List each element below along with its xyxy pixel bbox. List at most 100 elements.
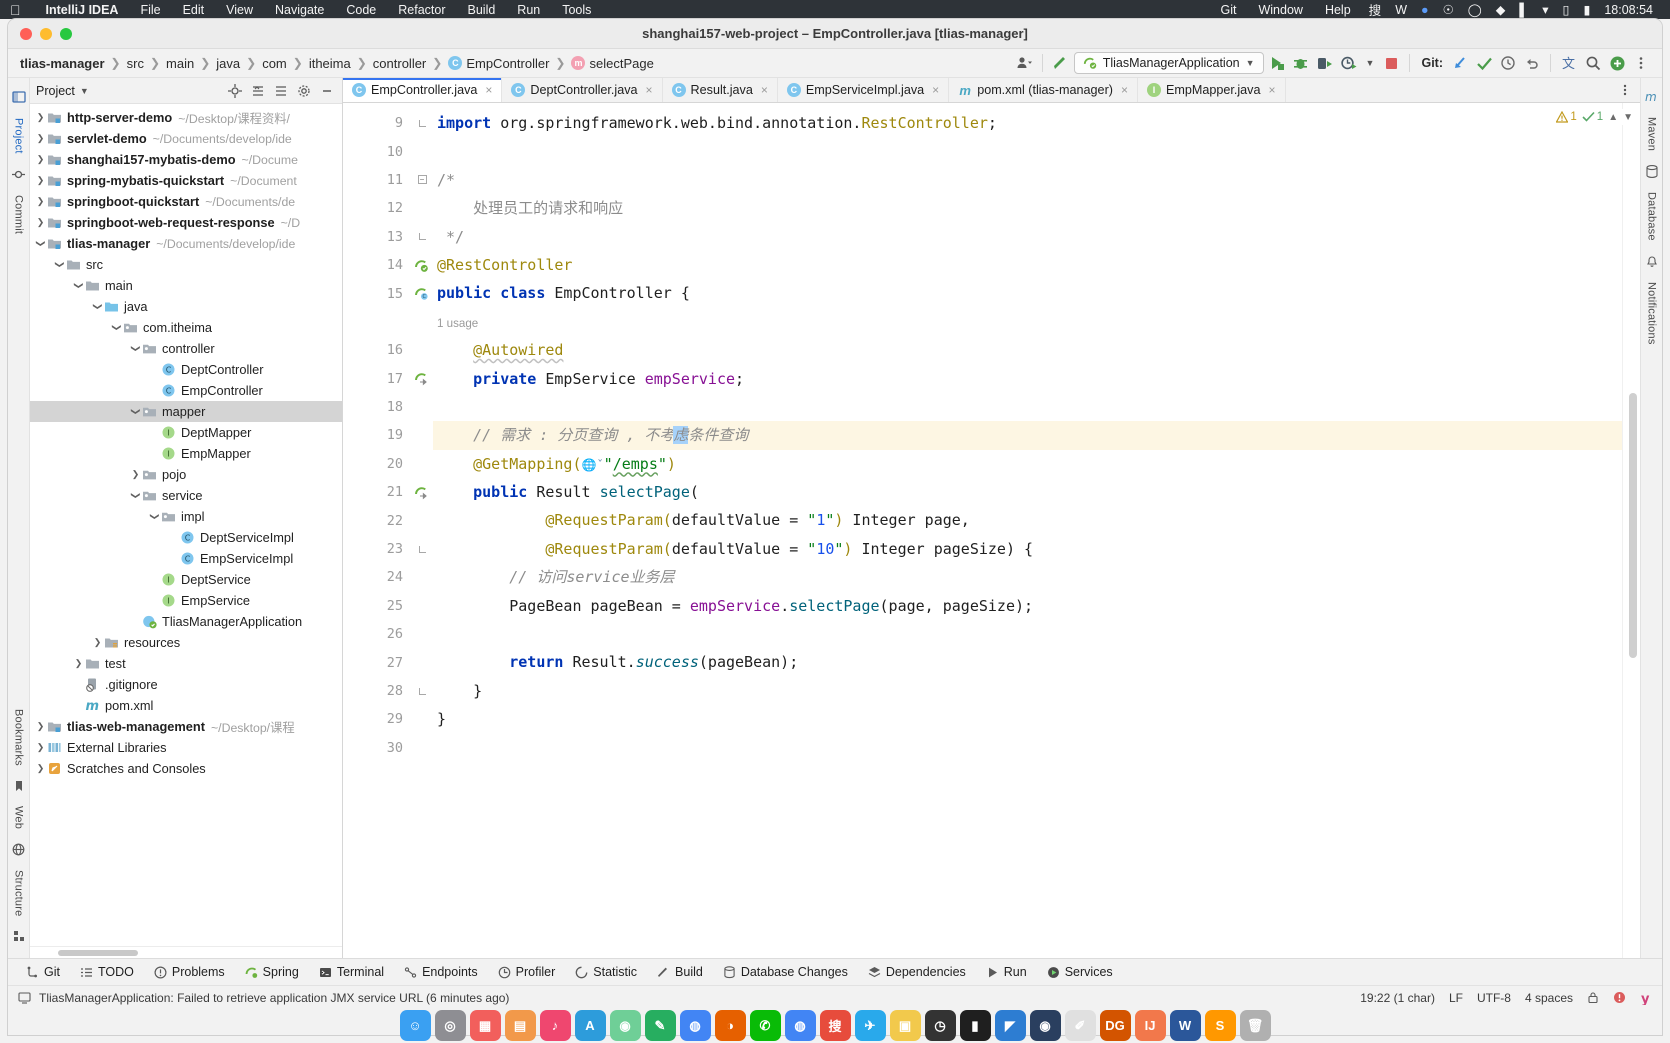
code-line-24[interactable]: // 访问service业务层 (433, 563, 1622, 591)
close-tab-icon[interactable]: × (1121, 83, 1128, 97)
code-line-17[interactable]: private EmpService empService; (433, 365, 1622, 393)
line-number-23[interactable]: 23 (343, 535, 411, 563)
code-text[interactable]: import org.springframework.web.bind.anno… (433, 103, 1622, 958)
tree-item-spring-mybatis-quickstart[interactable]: ❯ spring-mybatis-quickstart ~/Document (30, 170, 342, 191)
warning-count[interactable]: 1 (1556, 111, 1577, 123)
close-tab-icon[interactable]: × (761, 83, 768, 97)
editor-tab-bar[interactable]: C EmpController.java × C DeptController.java… (343, 78, 1640, 103)
tree-item-main[interactable]: ❯ main (30, 275, 342, 296)
tree-item-tliasmanagerapplication[interactable]: TliasManagerApplication (30, 611, 342, 632)
tree-item-servlet-demo[interactable]: ❯ servlet-demo ~/Documents/develop/ide (30, 128, 342, 149)
tree-item-resources[interactable]: ❯ resources (30, 632, 342, 653)
chevron-right-icon[interactable]: ❯ (34, 154, 47, 165)
gutter-arrow-icon[interactable] (413, 371, 429, 387)
bottom-tool-statistic[interactable]: Statistic (565, 965, 647, 979)
code-line-21[interactable]: public Result selectPage( (433, 478, 1622, 506)
gutter-blank[interactable] (343, 308, 411, 336)
dock-preview-icon[interactable]: ◉ (609, 1010, 641, 1041)
editor-tab-empmapper-java[interactable]: I EmpMapper.java × (1137, 78, 1286, 102)
close-tab-icon[interactable]: × (485, 83, 492, 97)
menubar-ime-icon[interactable]: 搜 (1362, 0, 1389, 19)
chevron-down-icon[interactable]: ❯ (35, 237, 46, 250)
bookmark-icon[interactable] (13, 780, 25, 792)
line-number-20[interactable]: 20 (343, 450, 411, 478)
debug-icon[interactable] (1290, 52, 1312, 74)
project-tree[interactable]: ❯ http-server-demo ~/Desktop/课程资料/ ❯ servlet… (30, 104, 342, 946)
bottom-tool-endpoints[interactable]: Endpoints (394, 965, 488, 979)
line-number-30[interactable]: 30 (343, 734, 411, 762)
locate-icon[interactable] (226, 82, 244, 100)
tree-item-deptmapper[interactable]: I DeptMapper (30, 422, 342, 443)
menu-refactor[interactable]: Refactor (387, 3, 456, 17)
code-line-16[interactable]: @Autowired (433, 336, 1622, 364)
code-line-30[interactable] (433, 734, 1622, 762)
code-line-19[interactable]: // 需求 : 分页查询 , 不考虑条件查询 (433, 421, 1622, 450)
commit-panel-icon[interactable] (12, 168, 25, 181)
update-project-icon[interactable] (1449, 52, 1471, 74)
code-line-10[interactable] (433, 137, 1622, 165)
dock-word-icon[interactable]: W (1169, 1010, 1201, 1041)
stop-icon[interactable] (1380, 52, 1402, 74)
code-line-22[interactable]: @RequestParam(defaultValue = "1") Intege… (433, 506, 1622, 534)
dock-steam-icon[interactable]: ◉ (1029, 1010, 1061, 1041)
bottom-tool-database-changes[interactable]: Database Changes (713, 965, 858, 979)
line-number-21[interactable]: 21 (343, 478, 427, 506)
tree-item-scratches-and-consoles[interactable]: ❯ Scratches and Consoles (30, 758, 342, 779)
dock-dg-icon[interactable]: DG (1099, 1010, 1131, 1041)
tree-item-java[interactable]: ❯ java (30, 296, 342, 317)
breadcrumb-item-com[interactable]: com (256, 56, 293, 71)
rail-tab-notifications[interactable]: Notifications (1646, 274, 1658, 353)
rollback-icon[interactable] (1521, 52, 1543, 74)
dock-music-icon[interactable]: ♪ (539, 1010, 571, 1041)
structure-icon[interactable] (13, 930, 25, 942)
editor-tab-result-java[interactable]: C Result.java × (662, 78, 778, 102)
bottom-tool-services[interactable]: Services (1037, 965, 1123, 979)
chevron-down-icon[interactable]: ❯ (92, 300, 103, 313)
fold-toggle-icon[interactable] (418, 687, 426, 695)
mac-dock[interactable]: ☺ ◎ ▦ ▤ ♪ A ◉ ✎ ◍ ◑ ✆ ◍ 搜 ✈ ▣ ◷ ▮ ◤ ◉ ✐ DG IJ W S 🗑 (0, 1000, 1670, 1043)
dock-wechat-icon[interactable]: ✆ (749, 1010, 781, 1041)
menu-navigate[interactable]: Navigate (264, 3, 335, 17)
breadcrumb-item-java[interactable]: java (210, 56, 246, 71)
chevron-down-icon[interactable]: ❯ (130, 489, 141, 502)
collapse-icon[interactable] (272, 82, 290, 100)
line-number-12[interactable]: 12 (343, 194, 411, 222)
chevron-down-icon[interactable]: ❯ (130, 405, 141, 418)
code-line-23[interactable]: @RequestParam(defaultValue = "10") Integ… (433, 535, 1622, 563)
breadcrumb-item-method[interactable]: m selectPage (565, 56, 659, 71)
account-icon[interactable] (1606, 52, 1628, 74)
more-icon[interactable] (1630, 52, 1652, 74)
menu-git[interactable]: Git (1210, 3, 1248, 17)
line-number-28[interactable]: 28 (343, 677, 411, 705)
chevron-right-icon[interactable]: ❯ (91, 637, 104, 648)
line-number-16[interactable]: 16 (343, 336, 411, 364)
dock-notes-icon[interactable]: ✎ (644, 1010, 676, 1041)
history-icon[interactable] (1497, 52, 1519, 74)
line-number-17[interactable]: 17 (343, 365, 427, 393)
code-line-14[interactable]: @RestController (433, 251, 1622, 279)
marker-gutter[interactable] (1622, 103, 1640, 958)
rail-tab-project[interactable]: Project (13, 110, 25, 162)
run-coverage-icon[interactable] (1314, 52, 1336, 74)
rail-tab-commit[interactable]: Commit (13, 187, 25, 242)
chevron-right-icon[interactable]: ❯ (72, 658, 85, 669)
tree-item-tlias-manager[interactable]: ❯ tlias-manager ~/Documents/develop/ide (30, 233, 342, 254)
close-tab-icon[interactable]: × (932, 83, 939, 97)
settings-icon[interactable] (295, 82, 313, 100)
menubar-vpn-icon[interactable]: ◯ (1461, 2, 1489, 17)
minimize-window-button[interactable] (40, 27, 52, 40)
database-icon[interactable] (1645, 165, 1658, 178)
inspection-ok-count[interactable]: 1 (1582, 111, 1603, 123)
chevron-down-icon[interactable]: ❯ (111, 321, 122, 334)
fold-toggle-icon[interactable] (418, 545, 426, 553)
chevron-right-icon[interactable]: ❯ (34, 763, 47, 774)
code-line-28[interactable]: } (433, 677, 1622, 705)
menubar-app-icon[interactable]: ● (1414, 3, 1436, 17)
dock-trash-icon[interactable]: 🗑 (1239, 1010, 1271, 1041)
back-arrow-icon[interactable] (1050, 52, 1072, 74)
dock-chrome2-icon[interactable]: ◍ (784, 1010, 816, 1041)
editor-tab-deptcontroller-java[interactable]: C DeptController.java × (502, 78, 663, 102)
maven-icon[interactable]: m (1645, 90, 1658, 103)
breadcrumb-item-controller[interactable]: controller (367, 56, 432, 71)
line-number-15[interactable]: 15 C (343, 279, 428, 307)
